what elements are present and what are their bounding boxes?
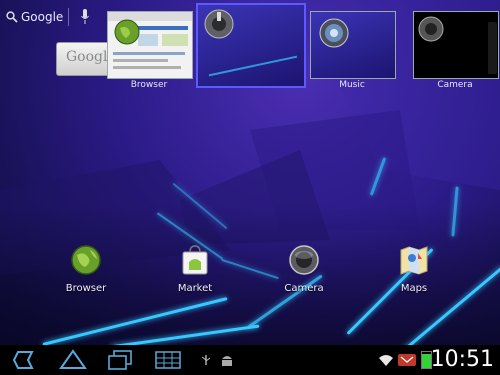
recent-selected-thumbnail[interactable] [196,3,306,88]
camera-lens-icon [418,16,444,42]
google-widget-text: Googl [66,49,108,65]
microphone-icon[interactable] [80,8,90,30]
app-maps[interactable]: Maps [379,244,449,294]
recent-browser-thumbnail[interactable] [107,11,193,79]
usb-icon [201,355,211,365]
recent-camera-thumbnail[interactable] [413,11,499,79]
recent-apps-icon[interactable] [107,350,133,370]
notification-icon[interactable] [398,353,416,367]
search-icon [6,8,18,27]
home-icon[interactable] [58,348,88,370]
camera-lens-icon [289,245,319,275]
clock: 10:51 [430,347,494,372]
wifi-icon [379,355,393,366]
android-debug-icon [222,356,232,366]
google-search-bar[interactable]: Google [6,8,63,26]
app-camera-label: Camera [284,283,324,294]
search-label: Google [21,10,64,24]
side-widget-edge [488,22,497,74]
dial-icon [204,9,234,39]
system-bar: 10:51 [0,345,500,375]
speaker-icon [319,18,349,48]
app-camera[interactable]: Camera [269,244,339,294]
app-market[interactable]: Market [160,244,230,294]
search-divider [68,8,69,26]
maps-icon [400,246,428,275]
app-browser-label: Browser [65,283,107,294]
market-bag-icon [182,245,208,275]
recent-camera-label: Camera [437,80,473,90]
app-market-label: Market [177,283,213,294]
browser-globe-icon [114,19,140,45]
recent-music-label: Music [339,80,365,90]
app-maps-label: Maps [400,283,428,294]
recent-music-thumbnail[interactable] [310,11,396,79]
recent-browser-label: Browser [130,80,168,90]
keyboard-icon[interactable] [155,351,181,369]
app-browser[interactable]: Browser [51,244,121,294]
google-search-widget[interactable]: Googl [56,42,110,76]
back-icon[interactable] [10,350,36,370]
browser-globe-icon [71,245,101,275]
